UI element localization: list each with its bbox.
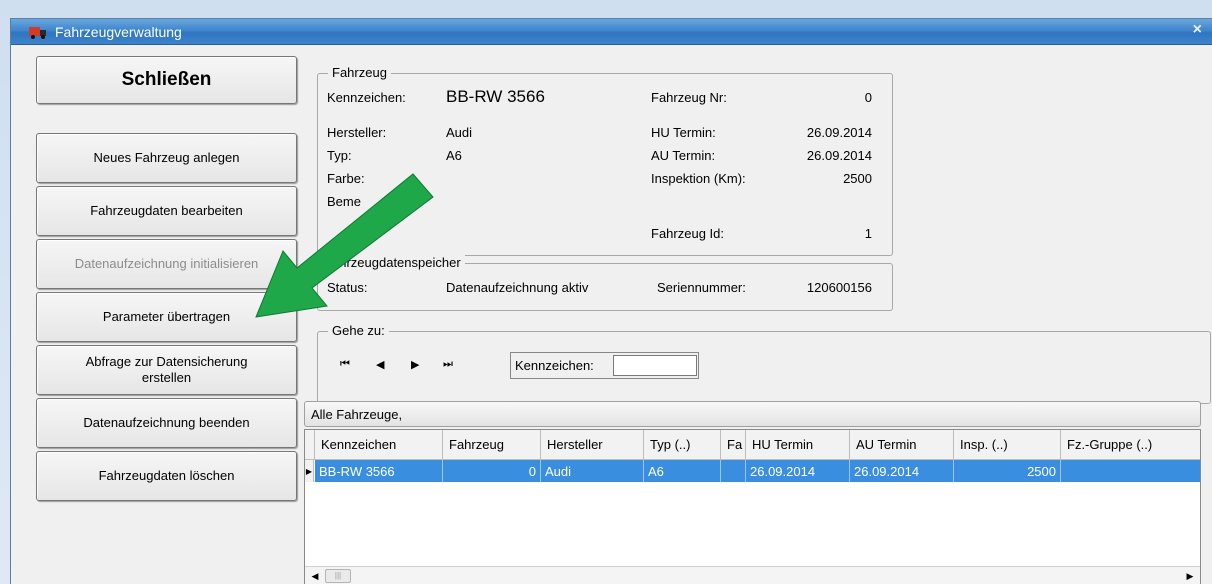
column-header-label: Hersteller [547,437,603,452]
previous-record-icon[interactable]: ◀ [376,358,384,371]
row-pointer-icon: ▶ [305,460,314,482]
type-label: Typ: [327,148,352,163]
column-header-kennzeichen[interactable]: Kennzeichen [315,430,443,460]
first-record-icon[interactable]: ⏮ [340,358,350,371]
cell-kennzeichen[interactable]: BB-RW 3566 [315,460,443,482]
edit-vehicle-label: Fahrzeugdaten bearbeiten [90,203,243,218]
close-button-label: Schließen [121,69,212,90]
inspection-label: Inspektion (Km): [651,171,746,186]
cell-inspektion[interactable]: 2500 [954,460,1061,482]
vehicle-group-legend: Fahrzeug [328,65,391,80]
truck-icon [29,27,46,39]
cell-hersteller[interactable]: Audi [541,460,644,482]
goto-plate-box: Kennzeichen: [510,352,699,379]
column-header-label: Fa [727,437,743,452]
title-bar: Fahrzeugverwaltung × [11,19,1212,45]
row-header-corner [305,430,315,460]
goto-group: Gehe zu: ⏮ ◀ ▶ ⏭ Kennzeichen: [317,323,1211,404]
grid-caption: Alle Fahrzeuge, [311,407,403,422]
color-label: Farbe: [327,171,365,186]
type-value: A6 [446,148,462,163]
end-recording-label: Datenaufzeichnung beenden [83,415,250,430]
remark-label: Beme [327,194,361,209]
end-recording-button[interactable]: Datenaufzeichnung beenden [36,398,297,448]
cell-hu-termin[interactable]: 26.09.2014 [746,460,850,482]
vehicle-group: Fahrzeug Kennzeichen: BB-RW 3566 Fahrzeu… [317,65,893,256]
status-value: Datenaufzeichnung aktiv [446,280,589,295]
plate-value: BB-RW 3566 [446,87,545,106]
vehicle-number-value: 0 [864,90,872,105]
maker-value: Audi [446,125,473,140]
storage-group: ahrzeugdatenspeicher Status: Datenaufzei… [317,255,893,311]
last-record-icon[interactable]: ⏭ [443,358,453,371]
cell-farbe[interactable] [721,460,746,482]
cell-au-termin[interactable]: 26.09.2014 [850,460,954,482]
grid-caption-bar: Alle Fahrzeuge, [304,401,1201,427]
init-recording-label: Datenaufzeichnung initialisieren [74,256,259,271]
column-header-label: Kennzeichen [321,437,397,452]
column-header-label: Typ (..) [650,437,691,452]
delete-vehicle-button[interactable]: Fahrzeugdaten löschen [36,451,297,501]
storage-group-legend: ahrzeugdatenspeicher [328,255,465,270]
column-header-label: AU Termin [856,437,917,452]
cell-fahrzeug[interactable]: 0 [443,460,541,482]
backup-query-label-line1: Abfrage zur Datensicherung [85,354,248,369]
column-header-label: Insp. (..) [960,437,1008,452]
au-value: 26.09.2014 [806,148,872,163]
table-row[interactable]: ▶ BB-RW 3566 0 Audi A6 26.09.2014 26.09.… [305,460,1200,482]
maker-label: Hersteller: [327,125,387,140]
plate-label: Kennzeichen: [327,90,406,105]
vehicle-grid: Kennzeichen Fahrzeug Hersteller Typ (..)… [304,429,1201,584]
hu-label: HU Termin: [651,125,716,140]
column-header-fahrzeug[interactable]: Fahrzeug [443,430,541,460]
column-header-hu-termin[interactable]: HU Termin [746,430,850,460]
close-button[interactable]: Schließen [36,56,297,104]
transfer-parameters-label: Parameter übertragen [102,309,231,324]
new-vehicle-button[interactable]: Neues Fahrzeug anlegen [36,133,297,183]
vehicle-id-label: Fahrzeug Id: [651,226,724,241]
goto-plate-input[interactable] [613,355,697,376]
cell-fz-gruppe[interactable] [1061,460,1200,482]
edit-vehicle-button[interactable]: Fahrzeugdaten bearbeiten [36,186,297,236]
vehicle-number-label: Fahrzeug Nr: [651,90,727,105]
next-record-icon[interactable]: ▶ [411,358,419,371]
new-vehicle-label: Neues Fahrzeug anlegen [93,150,240,165]
scroll-thumb[interactable]: ||| [325,569,351,583]
inspection-value: 2500 [843,171,872,186]
column-header-farbe[interactable]: Fa [721,430,746,460]
cell-typ[interactable]: A6 [644,460,721,482]
goto-group-legend: Gehe zu: [328,323,389,338]
init-recording-button[interactable]: Datenaufzeichnung initialisieren [36,239,297,289]
column-header-inspektion[interactable]: Insp. (..) [954,430,1061,460]
vehicle-id-value: 1 [864,226,872,241]
serial-value: 120600156 [806,280,872,295]
horizontal-scrollbar[interactable]: ◀ ||| ▶ [305,566,1200,584]
column-header-fz-gruppe[interactable]: Fz.-Gruppe (..) [1061,430,1200,460]
column-header-typ[interactable]: Typ (..) [644,430,721,460]
hu-value: 26.09.2014 [806,125,872,140]
column-header-au-termin[interactable]: AU Termin [850,430,954,460]
column-header-label: Fz.-Gruppe (..) [1067,437,1153,452]
column-header-label: HU Termin [752,437,814,452]
column-header-hersteller[interactable]: Hersteller [541,430,644,460]
scroll-left-icon[interactable]: ◀ [307,568,323,584]
window-title: Fahrzeugverwaltung [55,24,182,40]
goto-plate-label: Kennzeichen: [515,358,594,373]
scroll-right-icon[interactable]: ▶ [1182,568,1198,584]
column-header-label: Fahrzeug [449,437,504,452]
backup-query-button[interactable]: Abfrage zur Datensicherung erstellen [36,345,297,395]
backup-query-label-line2: erstellen [141,370,192,385]
main-window: Fahrzeugverwaltung × Schließen Neues Fah… [10,18,1212,584]
serial-label: Seriennummer: [657,280,746,295]
transfer-parameters-button[interactable]: Parameter übertragen [36,292,297,342]
close-window-icon[interactable]: × [1193,21,1202,39]
status-label: Status: [327,280,368,295]
au-label: AU Termin: [651,148,716,163]
delete-vehicle-label: Fahrzeugdaten löschen [98,468,235,483]
